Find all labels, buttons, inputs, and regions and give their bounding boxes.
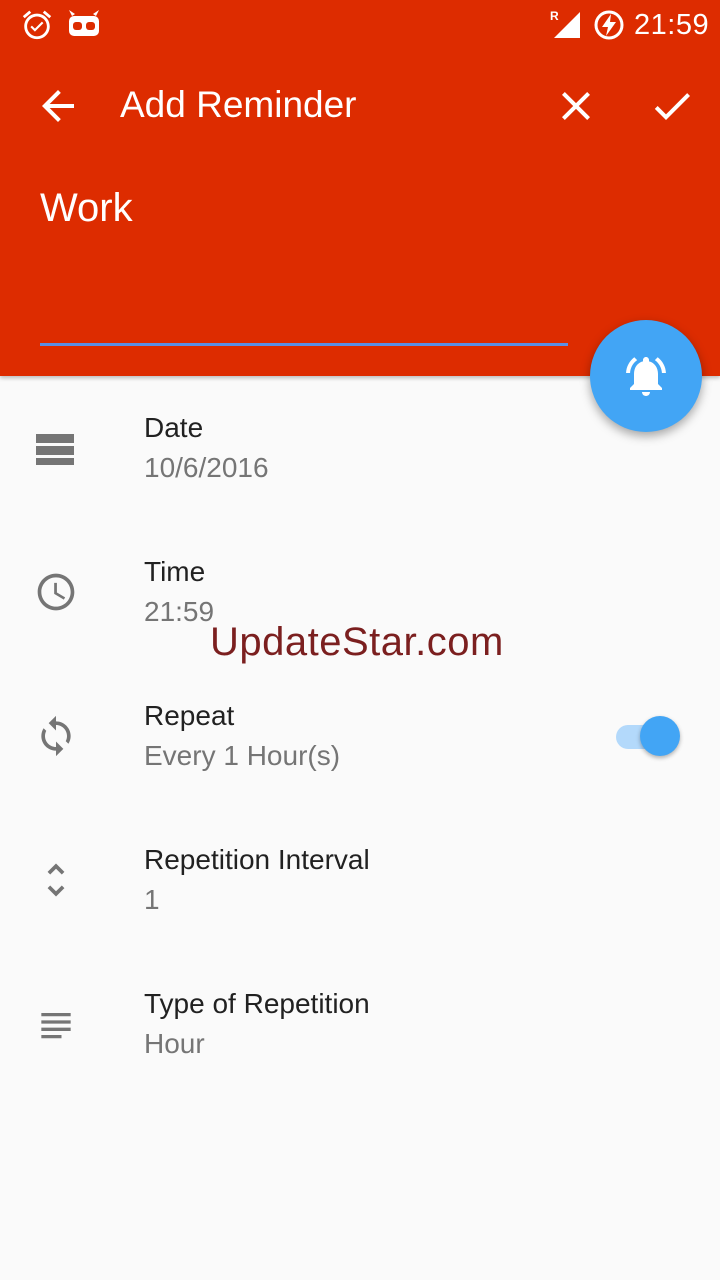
calendar-icon [36, 434, 74, 465]
close-icon[interactable] [552, 82, 600, 130]
date-value: 10/6/2016 [144, 452, 269, 483]
repeat-value: Every 1 Hour(s) [144, 740, 341, 771]
unfold-icon [47, 863, 65, 897]
battery-charging-icon [594, 10, 624, 40]
cyanogen-icon [69, 10, 99, 36]
page-title: Add Reminder [120, 84, 357, 125]
time-label: Time [144, 556, 206, 587]
repetition-interval-value: 1 [144, 884, 160, 915]
status-bar: R 21:59 [0, 0, 720, 48]
list-icon [41, 1013, 71, 1039]
reminder-title-text: Work [40, 186, 133, 230]
svg-text:R: R [550, 9, 559, 23]
reminder-title-input[interactable]: Work [40, 180, 568, 346]
check-icon[interactable] [648, 82, 696, 130]
repeat-icon [41, 715, 71, 757]
bell-ringing-icon [626, 357, 666, 396]
repetition-type-label: Type of Repetition [144, 988, 370, 1019]
time-value: 21:59 [144, 596, 215, 627]
date-row[interactable]: Date 10/6/2016 [0, 412, 720, 556]
app-header: R 21:59 Add Reminder Work [0, 0, 720, 376]
repetition-type-row[interactable]: Type of Repetition Hour [0, 988, 720, 1132]
repeat-row[interactable]: Repeat Every 1 Hour(s) [0, 700, 720, 844]
toggle-thumb [640, 716, 680, 756]
repetition-interval-row[interactable]: Repetition Interval 1 [0, 844, 720, 988]
watermark-text: UpdateStar.com [210, 620, 504, 664]
repeat-toggle[interactable] [612, 716, 684, 756]
clock-icon [37, 573, 75, 611]
date-label: Date [144, 412, 204, 443]
status-time: 21:59 [634, 9, 710, 41]
repetition-type-value: Hour [144, 1028, 205, 1059]
repetition-interval-label: Repetition Interval [144, 844, 370, 875]
roaming-signal-icon: R [550, 9, 580, 38]
alarm-icon [22, 10, 52, 40]
back-arrow-icon[interactable] [34, 82, 82, 130]
repeat-label: Repeat [144, 700, 235, 731]
